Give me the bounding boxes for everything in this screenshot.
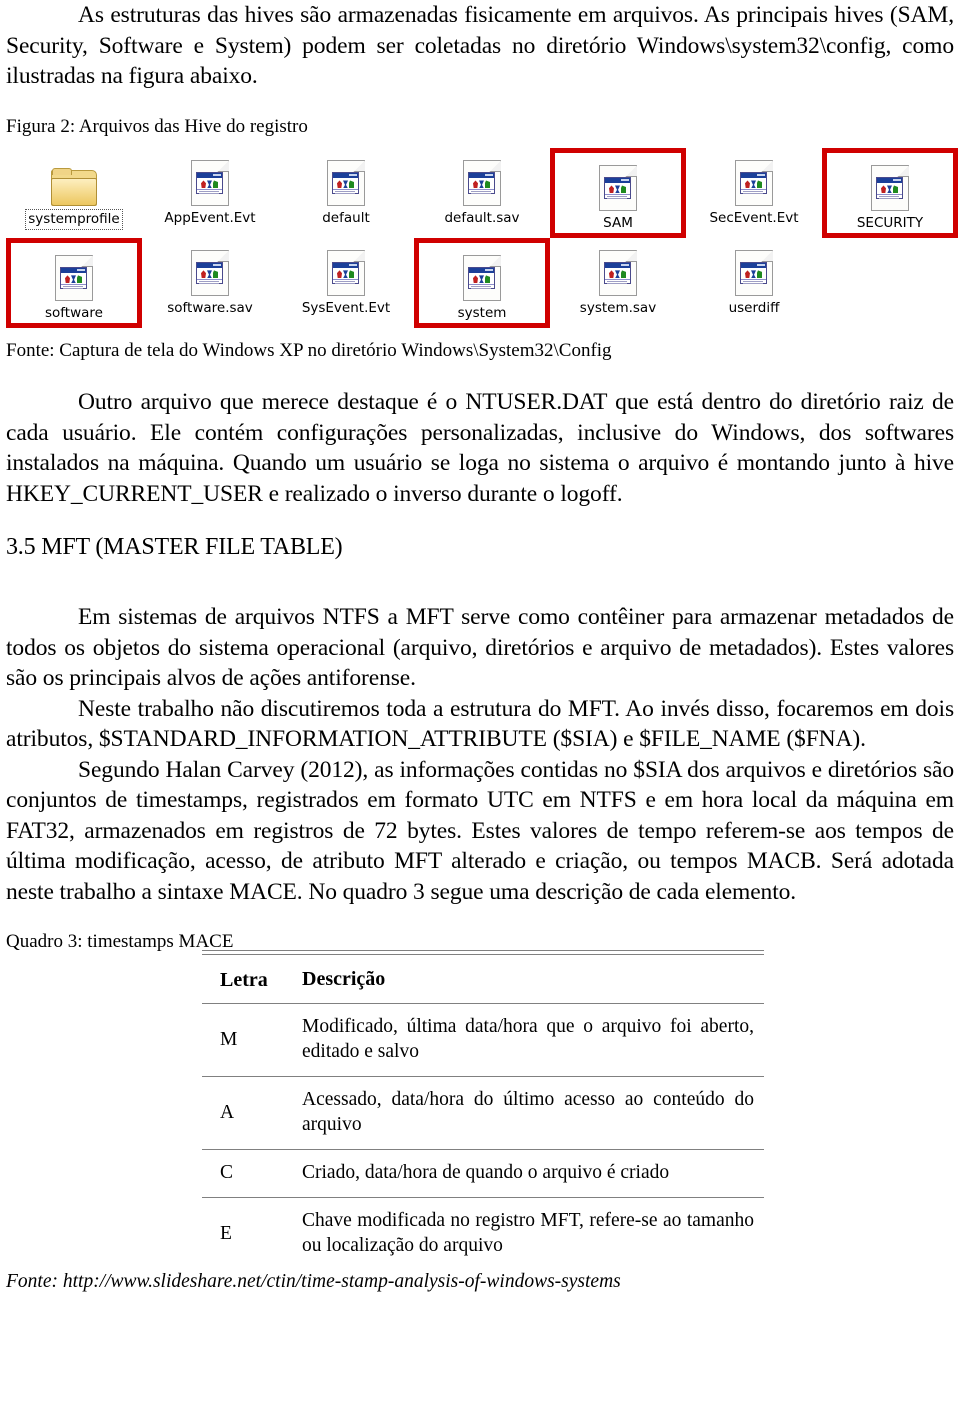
file-label: SysEvent.Evt (301, 300, 391, 317)
registry-file-icon (327, 152, 365, 207)
quadro-3-block: Quadro 3: timestamps MACE (6, 931, 954, 954)
folder-icon (51, 152, 97, 207)
cell-letra: E (220, 1222, 232, 1244)
file-item-sysevent[interactable]: SysEvent.Evt (278, 238, 414, 328)
file-label: userdiff (728, 300, 780, 317)
file-item-sam-highlighted[interactable]: SAM (550, 148, 686, 239)
file-item-default-sav[interactable]: default.sav (414, 148, 550, 238)
table-head: Letra Descrição (202, 954, 764, 1004)
cell-descricao: Criado, data/hora de quando o arquivo é … (302, 1149, 764, 1198)
file-label: SecEvent.Evt (709, 210, 799, 227)
file-item-systemprofile[interactable]: systemprofile (6, 148, 142, 238)
file-label: systemprofile (25, 209, 123, 231)
registry-file-icon (463, 247, 501, 302)
file-item-system-highlighted[interactable]: system (414, 238, 550, 329)
file-item-default[interactable]: default (278, 148, 414, 238)
cell-descricao: Chave modificada no registro MFT, refere… (302, 1209, 754, 1256)
table-body: M Modificado, última data/hora que o arq… (202, 1003, 764, 1269)
file-item-userdiff[interactable]: userdiff (686, 238, 822, 328)
file-item-software-sav[interactable]: software.sav (142, 238, 278, 328)
file-item-appevent[interactable]: AppEvent.Evt (142, 148, 278, 238)
icon-row: systemprofile AppEvent.Evt default defau… (6, 148, 958, 239)
registry-file-icon (463, 152, 501, 207)
table-row: E Chave modificada no registro MFT, refe… (202, 1197, 764, 1269)
table-row: C Criado, data/hora de quando o arquivo … (202, 1149, 764, 1198)
table-row: M Modificado, última data/hora que o arq… (202, 1003, 764, 1077)
file-label: system.sav (579, 300, 657, 317)
registry-file-icon (599, 242, 637, 297)
paragraph-mft-3: Segundo Halan Carvey (2012), as informaç… (6, 756, 954, 905)
registry-file-icon (599, 157, 637, 212)
column-header-letra: Letra (202, 954, 302, 1004)
file-label: system (457, 305, 507, 322)
cell-descricao: Acessado, data/hora do último acesso ao … (302, 1076, 764, 1150)
file-item-software-highlighted[interactable]: software (6, 238, 142, 329)
fonte-bottom: Fonte: http://www.slideshare.net/ctin/ti… (6, 1270, 621, 1292)
registry-file-icon (55, 247, 93, 302)
cell-descricao: Modificado, última data/hora que o arqui… (302, 1003, 764, 1077)
file-label: software.sav (167, 300, 253, 317)
table-header-row: Letra Descrição (202, 954, 764, 1004)
mace-table: Letra Descrição M Modificado, última dat… (202, 954, 764, 1269)
paragraph-mft-1: Em sistemas de arquivos NTFS a MFT serve… (6, 603, 954, 692)
icon-row: software software.sav SysEvent.Evt syste… (6, 238, 958, 329)
file-label: AppEvent.Evt (164, 210, 256, 227)
registry-file-icon (871, 157, 909, 212)
document-page: As estruturas das hives são armazenadas … (0, 0, 960, 1407)
file-label: SECURITY (856, 215, 924, 232)
registry-file-icon (327, 242, 365, 297)
file-label: default.sav (444, 210, 520, 227)
cell-letra: M (202, 1003, 302, 1077)
file-item-security-highlighted[interactable]: SECURITY (822, 148, 958, 239)
paragraph-intro: As estruturas das hives são armazenadas … (6, 2, 954, 90)
file-label: default (322, 210, 370, 227)
registry-file-icon (735, 242, 773, 297)
file-item-secevent[interactable]: SecEvent.Evt (686, 148, 822, 238)
cell-letra: C (202, 1149, 302, 1198)
column-header-descricao: Descrição (302, 954, 764, 1004)
registry-file-icon (191, 242, 229, 297)
file-label: SAM (603, 215, 633, 232)
mace-table-wrapper: Letra Descrição M Modificado, última dat… (202, 954, 764, 1269)
section-heading-mft: 3.5 MFT (MASTER FILE TABLE) (6, 534, 343, 561)
figure-registry-hive-files: systemprofile AppEvent.Evt default defau… (6, 148, 958, 329)
file-item-system-sav[interactable]: system.sav (550, 238, 686, 328)
registry-file-icon (735, 152, 773, 207)
file-label: software (45, 305, 103, 322)
paragraph-mft-2: Neste trabalho não discutiremos toda a e… (6, 695, 954, 753)
cell-letra: A (202, 1076, 302, 1150)
figure-caption: Figura 2: Arquivos das Hive do registro (6, 115, 308, 137)
table-row: A Acessado, data/hora do último acesso a… (202, 1076, 764, 1150)
table-top-rule (202, 950, 764, 952)
figure-source: Fonte: Captura de tela do Windows XP no … (6, 340, 612, 362)
registry-file-icon (191, 152, 229, 207)
paragraph-ntuser: Outro arquivo que merece destaque é o NT… (6, 388, 954, 507)
